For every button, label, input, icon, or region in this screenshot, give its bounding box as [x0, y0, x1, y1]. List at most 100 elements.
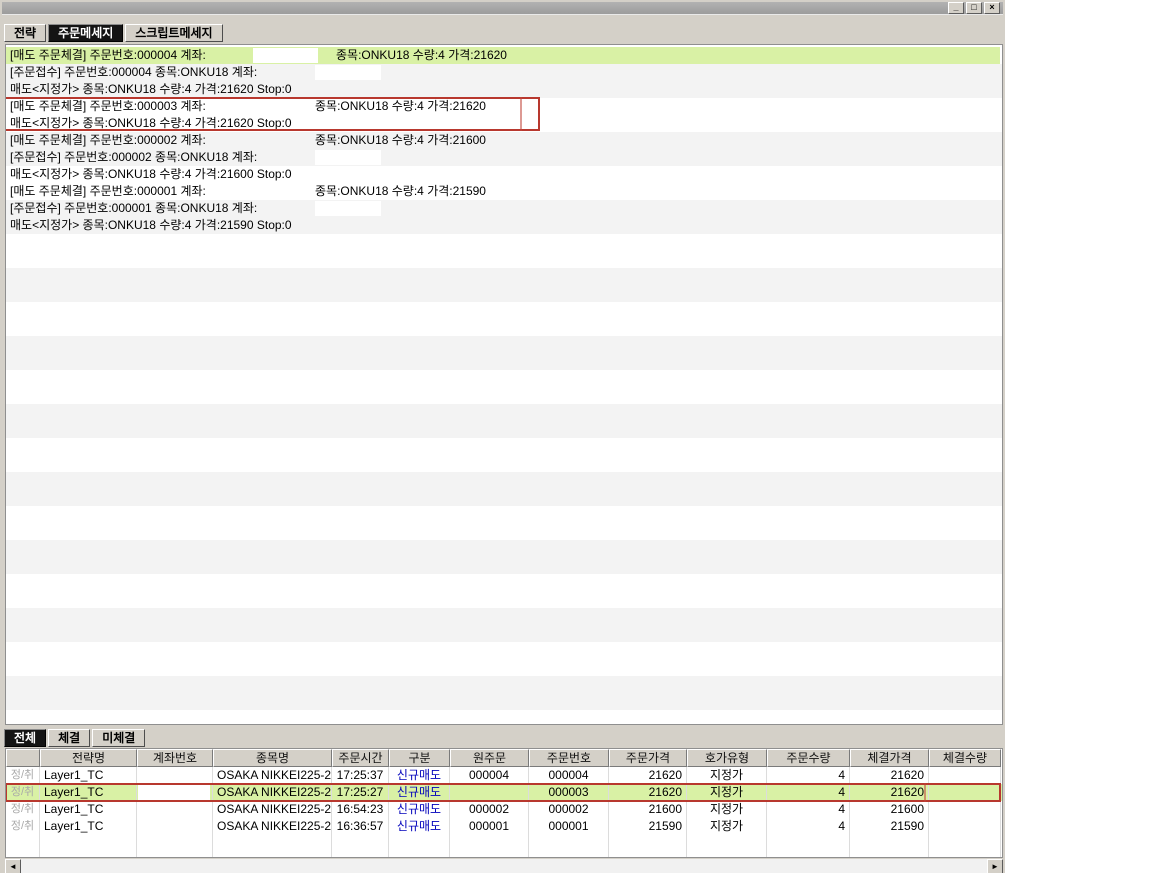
cell-symbol-name: OSAKA NIKKEI225-20 [213, 784, 332, 801]
modify-cancel-button[interactable]: 정/취 [6, 818, 40, 835]
tab-script-messages[interactable]: 스크립트메세지 [125, 24, 222, 42]
cell-orig-order-no [450, 784, 529, 801]
message-row[interactable]: [매도 주문체결] 주문번호:000003 계좌: 종목:ONKU18 수량:4… [6, 98, 1000, 115]
account-redaction-box [138, 785, 210, 800]
column-header-order-price[interactable]: 주문가격 [609, 749, 687, 767]
column-header-orig-order-no[interactable]: 원주문 [450, 749, 529, 767]
modify-cancel-button[interactable]: 정/취 [6, 801, 40, 818]
message-text: [매도 주문체결] 주문번호:000004 계좌: [10, 48, 206, 62]
cell-order-qty: 4 [767, 801, 850, 818]
cell-order-time: 16:36:57 [332, 818, 389, 835]
empty-cell [929, 835, 1001, 857]
tab-filled-orders[interactable]: 체결 [48, 729, 90, 747]
cell-order-qty: 4 [767, 784, 850, 801]
tab-all-orders[interactable]: 전체 [4, 729, 46, 747]
tab-order-messages[interactable]: 주문메세지 [48, 24, 123, 42]
message-row[interactable]: [매도 주문체결] 주문번호:000001 계좌: 종목:ONKU18 수량:4… [6, 183, 1000, 200]
order-table-body: 정/취Layer1_TCOSAKA NIKKEI225-2017:25:37신규… [6, 767, 1002, 857]
minimize-button[interactable]: _ [948, 2, 964, 14]
message-text: 매도<지정가> 종목:ONKU18 수량:4 가격:21600 Stop:0 [10, 167, 292, 181]
order-table: 전략명계좌번호종목명주문시간구분원주문주문번호주문가격호가유형주문수량체결가격체… [5, 748, 1003, 858]
column-header-order-no[interactable]: 주문번호 [529, 749, 609, 767]
column-header-strategy-name[interactable]: 전략명 [40, 749, 137, 767]
window-controls: _ □ × [948, 2, 1000, 14]
cell-order-time: 17:25:37 [332, 767, 389, 784]
cell-orig-order-no: 000001 [450, 818, 529, 835]
message-text: [주문접수] 주문번호:000001 종목:ONKU18 계좌: [10, 201, 257, 215]
cell-fill-price: 21590 [850, 818, 929, 835]
horizontal-scrollbar: ◄ ► [5, 858, 1003, 873]
cell-order-time: 17:25:27 [332, 784, 389, 801]
empty-cell [332, 835, 389, 857]
close-button[interactable]: × [984, 2, 1000, 14]
modify-cancel-button[interactable]: 정/취 [6, 767, 40, 784]
order-table-row[interactable]: 정/취Layer1_TCOSAKA NIKKEI225-2017:25:27신규… [6, 784, 1002, 801]
message-row[interactable]: 매도<지정가> 종목:ONKU18 수량:4 가격:21620 Stop:0 [6, 115, 1000, 132]
tab-strategy[interactable]: 전략 [4, 24, 46, 42]
message-row[interactable]: 매도<지정가> 종목:ONKU18 수량:4 가격:21590 Stop:0 [6, 217, 1000, 234]
order-table-row[interactable]: 정/취Layer1_TC OSAKA NIKKEI225-2016:54:23신규… [6, 801, 1002, 818]
cell-order-no: 000004 [529, 767, 609, 784]
empty-cell [450, 835, 529, 857]
cell-strategy-name: Layer1_TC [40, 784, 137, 801]
empty-cell [6, 835, 40, 857]
title-bar[interactable]: _ □ × [2, 2, 1003, 15]
message-text: 매도<지정가> 종목:ONKU18 수량:4 가격:21620 Stop:0 [10, 82, 292, 96]
modify-cancel-button[interactable]: 정/취 [6, 784, 40, 801]
cell-fill-qty [929, 784, 1001, 801]
account-redaction-box [315, 201, 381, 216]
cell-price-type: 지정가 [687, 801, 767, 818]
cell-fill-price: 21600 [850, 801, 929, 818]
message-row[interactable]: [주문접수] 주문번호:000001 종목:ONKU18 계좌: [6, 200, 1000, 217]
scroll-right-button[interactable]: ► [987, 859, 1003, 873]
scroll-right-icon: ► [991, 862, 999, 871]
message-row[interactable]: 매도<지정가> 종목:ONKU18 수량:4 가격:21600 Stop:0 [6, 166, 1000, 183]
cell-side: 신규매도 [389, 801, 450, 818]
close-icon: × [985, 3, 999, 12]
cell-price-type: 지정가 [687, 818, 767, 835]
column-header-account-no[interactable]: 계좌번호 [137, 749, 213, 767]
cell-strategy-name: Layer1_TC [40, 801, 137, 818]
cell-symbol-name: OSAKA NIKKEI225-20 [213, 767, 332, 784]
message-row[interactable]: [주문접수] 주문번호:000002 종목:ONKU18 계좌: [6, 149, 1000, 166]
scrollbar-track[interactable] [21, 859, 987, 873]
column-header-fill-qty[interactable]: 체결수량 [929, 749, 1001, 767]
message-row[interactable]: 매도<지정가> 종목:ONKU18 수량:4 가격:21620 Stop:0 [6, 81, 1000, 98]
cell-symbol-name: OSAKA NIKKEI225-20 [213, 801, 332, 818]
app-window: _ □ × 전략 주문메세지 스크립트메세지 매도<지정가> 종목:ONKU18… [0, 0, 1005, 873]
message-row[interactable]: [매도 주문체결] 주문번호:000002 계좌: 종목:ONKU18 수량:4… [6, 132, 1000, 149]
maximize-icon: □ [967, 3, 981, 12]
empty-cell [213, 835, 332, 857]
order-table-row[interactable]: 정/취Layer1_TCOSAKA NIKKEI225-2016:36:57신규… [6, 818, 1002, 835]
message-text-detail: 종목:ONKU18 수량:4 가격:21590 [315, 183, 486, 200]
scroll-left-button[interactable]: ◄ [5, 859, 21, 873]
empty-cell [529, 835, 609, 857]
message-text: 매도<지정가> 종목:ONKU18 수량:4 가격:21590 Stop:0 [10, 218, 292, 232]
column-header-symbol-name[interactable]: 종목명 [213, 749, 332, 767]
cell-orig-order-no: 000002 [450, 801, 529, 818]
column-header-actions[interactable] [6, 749, 40, 767]
cell-fill-qty [929, 767, 1001, 784]
cell-symbol-name: OSAKA NIKKEI225-20 [213, 818, 332, 835]
cell-price-type: 지정가 [687, 784, 767, 801]
column-header-order-time[interactable]: 주문시간 [332, 749, 389, 767]
account-redaction-box [138, 819, 210, 834]
column-header-side[interactable]: 구분 [389, 749, 450, 767]
cell-orig-order-no: 000004 [450, 767, 529, 784]
message-row[interactable]: [매도 주문체결] 주문번호:000004 계좌: 종목:ONKU18 수량:4… [6, 47, 1000, 64]
cell-fill-qty [929, 818, 1001, 835]
order-table-row[interactable]: 정/취Layer1_TCOSAKA NIKKEI225-2017:25:37신규… [6, 767, 1002, 784]
cell-strategy-name: Layer1_TC [40, 767, 137, 784]
column-header-price-type[interactable]: 호가유형 [687, 749, 767, 767]
message-row[interactable]: [주문접수] 주문번호:000004 종목:ONKU18 계좌: [6, 64, 1000, 81]
order-message-list: 매도<지정가> 종목:ONKU18 수량:4 가격:21590 Stop:0 [… [5, 44, 1003, 725]
column-header-order-qty[interactable]: 주문수량 [767, 749, 850, 767]
cell-order-time: 16:54:23 [332, 801, 389, 818]
column-header-fill-price[interactable]: 체결가격 [850, 749, 929, 767]
maximize-button[interactable]: □ [966, 2, 982, 14]
cell-order-qty: 4 [767, 818, 850, 835]
account-redaction-box [315, 65, 381, 80]
tab-unfilled-orders[interactable]: 미체결 [92, 729, 145, 747]
empty-cell [687, 835, 767, 857]
account-redaction-box [138, 768, 210, 783]
